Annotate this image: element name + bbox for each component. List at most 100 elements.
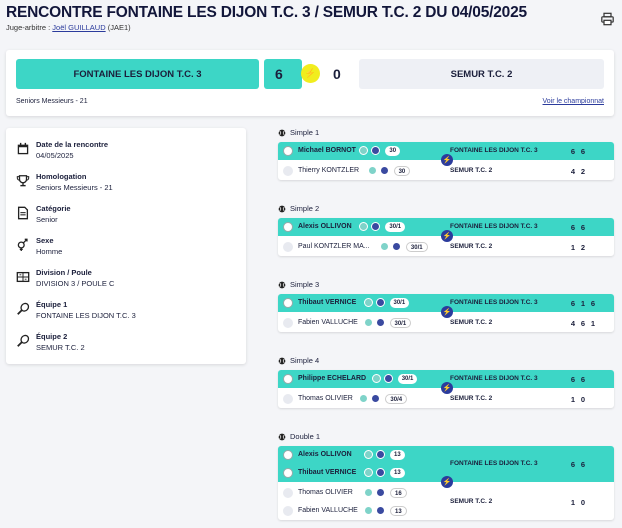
match-result[interactable]: Alexis OLLIVON 13 Thibaut VERNICE 13 FONTAIN… [278, 446, 614, 520]
match-result[interactable]: Philippe ECHELARD 30/1 FONTAINE LES DIJON … [278, 370, 614, 408]
badge-icon [359, 146, 369, 155]
badge-icon [391, 242, 401, 251]
info-value: Senior [36, 215, 58, 224]
user-avatar-icon [283, 506, 293, 516]
badge-icon [375, 318, 385, 327]
match-result[interactable]: Alexis OLLIVON 30/1 FONTAINE LES DIJON T.C… [278, 218, 614, 256]
user-avatar-icon [283, 222, 293, 232]
club-name: FONTAINE LES DIJON T.C. 3 [450, 299, 538, 306]
club-name: FONTAINE LES DIJON T.C. 3 [450, 460, 538, 467]
player-name[interactable]: Thomas OLIVIER [298, 489, 353, 496]
set-score: 6 [580, 460, 586, 469]
trophy-icon [16, 175, 30, 187]
match-label: Double 1 [278, 432, 320, 441]
badge-icon [359, 394, 369, 403]
match-label-text: Simple 2 [290, 204, 320, 213]
player-name[interactable]: Thomas OLIVIER [298, 395, 353, 402]
club-name: SEMUR T.C. 2 [450, 498, 493, 505]
player-row: Fabien VALLUCHE 13 SEMUR T.C. 2 10 [278, 498, 614, 520]
info-label: Équipe 2 [36, 332, 68, 341]
user-avatar-icon [283, 298, 293, 308]
match-label: Simple 4 [278, 356, 319, 365]
referee-code: (JAE1) [107, 23, 131, 32]
set-scores: 616 [568, 299, 598, 308]
lightning-icon: ⚡ [441, 476, 453, 488]
away-team: SEMUR T.C. 2 [359, 59, 604, 89]
ranking-badge: 13 [390, 468, 405, 478]
user-avatar-icon [283, 488, 293, 498]
player-name[interactable]: Thibaut VERNICE [298, 469, 356, 476]
tennis-ball-icon [278, 205, 286, 212]
lightning-icon: ⚡ [301, 64, 320, 83]
championship-link[interactable]: Voir le championnat [543, 98, 604, 105]
match-label: Simple 3 [278, 280, 319, 289]
match-result[interactable]: Michael BORNOT 30 FONTAINE LES DIJON T.C. … [278, 142, 614, 180]
info-panel: Date de la rencontre 04/05/2025 Homologati… [6, 128, 246, 364]
user-avatar-icon [283, 318, 293, 328]
club-name: SEMUR T.C. 2 [450, 167, 493, 174]
player-name[interactable]: Fabien VALLUCHE [298, 507, 358, 514]
badge-icon [379, 242, 389, 251]
set-scores: 461 [568, 319, 598, 328]
badge-icon [383, 374, 393, 383]
home-score: 6 [264, 59, 302, 89]
player-name[interactable]: Thierry KONTZLER [298, 167, 359, 174]
set-score: 4 [570, 319, 576, 328]
info-label: Catégorie [36, 204, 71, 213]
tennis-ball-icon [278, 281, 286, 288]
player-name[interactable]: Alexis OLLIVON [298, 223, 352, 230]
lightning-icon: ⚡ [441, 382, 453, 394]
lightning-icon: ⚡ [441, 230, 453, 242]
match-label: Simple 1 [278, 128, 319, 137]
player-name[interactable]: Michael BORNOT [298, 147, 356, 154]
set-scores: 66 [568, 223, 588, 232]
scoreboard: FONTAINE LES DIJON T.C. 3 6 ⚡ 0 SEMUR T.… [6, 50, 614, 116]
user-avatar-icon [283, 166, 293, 176]
set-score: 2 [580, 167, 586, 176]
badge-icon [376, 468, 385, 477]
calendar-icon [17, 142, 29, 155]
user-avatar-icon [283, 468, 293, 478]
set-score: 6 [570, 460, 576, 469]
player-name[interactable]: Philippe ECHELARD [298, 375, 366, 382]
info-value: Homme [36, 247, 63, 256]
tennis-ball-icon [278, 357, 286, 364]
set-score: 6 [580, 223, 586, 232]
printer-icon[interactable] [600, 12, 615, 26]
player-row: Alexis OLLIVON 13 [278, 446, 614, 464]
set-score: 6 [570, 223, 576, 232]
badge-icon [364, 468, 373, 477]
badge-icon [359, 222, 369, 231]
player-name[interactable]: Thibaut VERNICE [298, 299, 356, 306]
info-label: Homologation [36, 172, 87, 181]
info-label: Date de la rencontre [36, 140, 109, 149]
set-score: 0 [580, 498, 586, 507]
referee-name-link[interactable]: Joël GUILLAUD [52, 23, 105, 32]
page-title: RENCONTRE FONTAINE LES DIJON T.C. 3 / SE… [6, 4, 527, 21]
info-value: FONTAINE LES DIJON T.C. 3 [36, 311, 136, 320]
match-result[interactable]: Thibaut VERNICE 30/1 FONTAINE LES DIJON T.… [278, 294, 614, 332]
set-score: 6 [580, 375, 586, 384]
set-score: 2 [580, 243, 586, 252]
badge-icon [376, 506, 385, 515]
badge-icon [367, 166, 377, 175]
tennis-ball-icon [278, 129, 286, 136]
set-score: 1 [590, 319, 596, 328]
user-avatar-icon [283, 146, 293, 156]
badge-icon [376, 450, 385, 459]
set-score: 1 [570, 498, 576, 507]
set-scores: 12 [568, 243, 588, 252]
badge-icon [379, 166, 389, 175]
set-score: 1 [580, 299, 586, 308]
player-name[interactable]: Paul KONTZLER MA... [298, 243, 370, 250]
gender-icon [17, 238, 28, 251]
player-name[interactable]: Fabien VALLUCHE [298, 319, 358, 326]
badge-icon [371, 394, 381, 403]
badge-icon [364, 450, 373, 459]
info-label: Équipe 1 [36, 300, 68, 309]
set-score: 1 [570, 243, 576, 252]
badge-icon [371, 374, 381, 383]
player-name[interactable]: Alexis OLLIVON [298, 451, 352, 458]
badge-icon [376, 488, 385, 497]
match-label-text: Double 1 [290, 432, 321, 441]
